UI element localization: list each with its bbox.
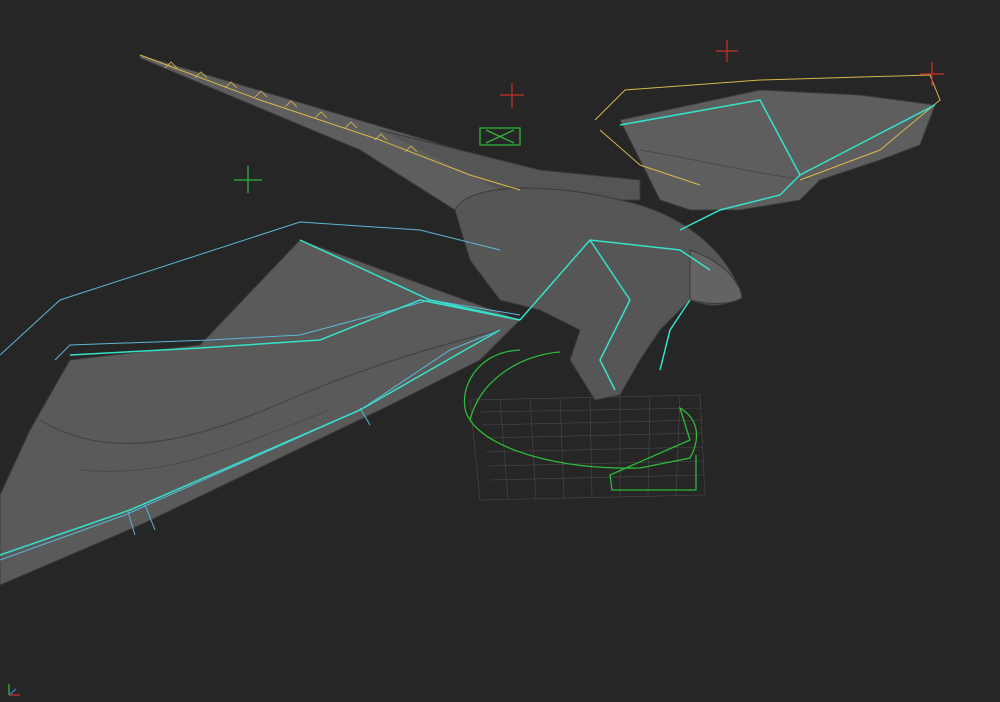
x-shape-control-icon[interactable] — [479, 127, 521, 146]
viewport-scene[interactable] — [0, 0, 1000, 702]
3d-viewport[interactable] — [0, 0, 1000, 702]
locator-red-icon — [920, 62, 944, 86]
locator-red-icon — [500, 83, 524, 108]
locator-red-icon — [716, 40, 738, 62]
right-wing-mesh[interactable] — [619, 89, 936, 211]
left-wing-mesh[interactable] — [0, 239, 521, 586]
locator-green-icon — [234, 166, 262, 193]
axis-gizmo-icon — [6, 680, 24, 698]
ground-grid — [469, 394, 706, 501]
